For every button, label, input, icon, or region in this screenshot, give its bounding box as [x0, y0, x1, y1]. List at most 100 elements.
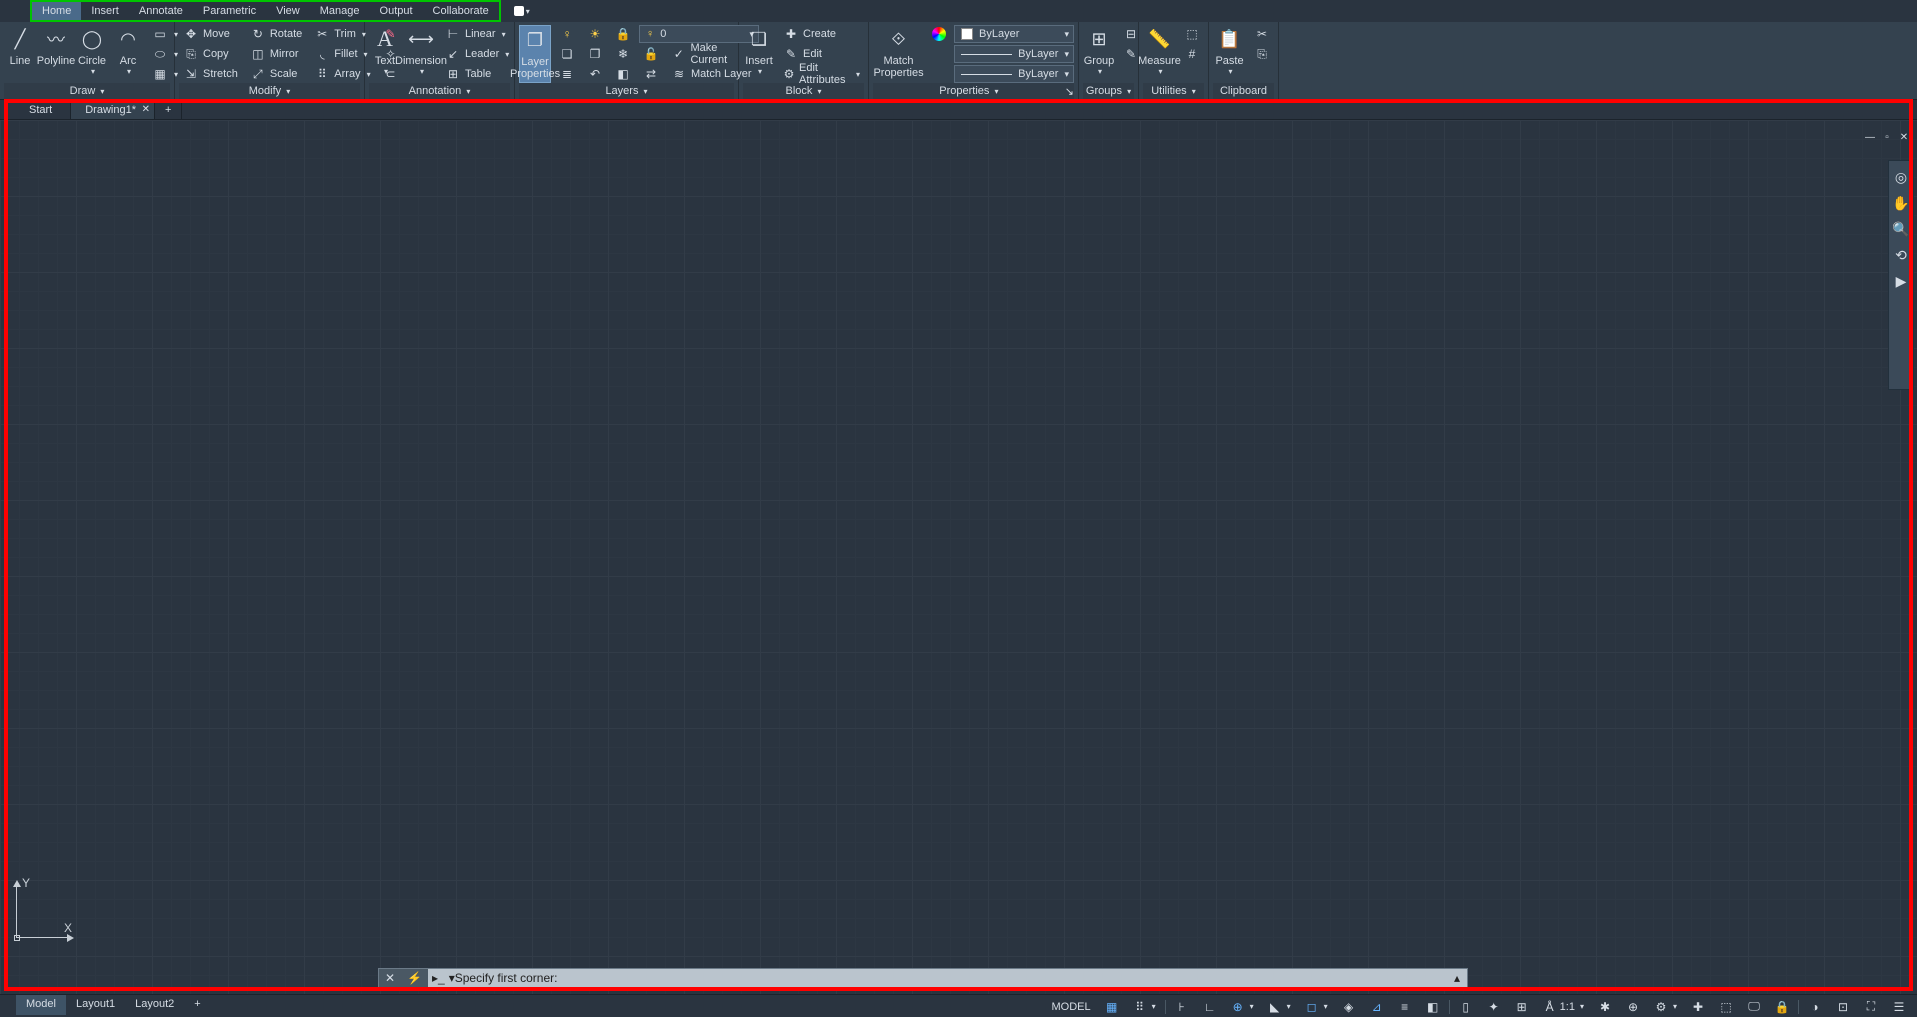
panel-title-modify[interactable]: Modify ▾	[179, 83, 360, 99]
leader-button[interactable]: ↙Leader▾	[441, 45, 513, 63]
status-anno-vis[interactable]: ✱	[1593, 998, 1617, 1016]
panel-title-annotation[interactable]: Annotation ▾	[369, 83, 510, 99]
command-input[interactable]: ▸_ ▾Specify first corner:	[428, 969, 1447, 987]
layer-properties-button[interactable]: ❐ Layer Properties	[519, 25, 551, 83]
command-line[interactable]: ✕ ⚡ ▸_ ▾Specify first corner: ▴	[378, 968, 1468, 988]
edit-block-button[interactable]: ✎Edit	[779, 45, 864, 63]
status-units[interactable]: ⬚	[1714, 998, 1738, 1016]
status-workspace[interactable]: ⚙▾	[1649, 998, 1682, 1016]
tab-collaborate[interactable]: Collaborate	[423, 2, 499, 20]
linear-button[interactable]: ⊢Linear▾	[441, 25, 513, 43]
layer-change-button[interactable]: ⇄	[639, 65, 663, 83]
insert-button[interactable]: ❏ Insert▾	[743, 25, 775, 78]
status-lockui[interactable]: 🔒	[1770, 998, 1794, 1016]
status-selection[interactable]: ▯	[1454, 998, 1478, 1016]
layout-add[interactable]: +	[184, 995, 210, 1015]
linetype-combo[interactable]: ByLayer▾	[954, 65, 1074, 83]
status-iso[interactable]: ◣▾	[1263, 998, 1296, 1016]
status-hardware[interactable]: ⊡	[1831, 998, 1855, 1016]
drawing-area[interactable]: — ▫ ✕ ◎ ✋ 🔍 ⟲ ▶ Y X ✕ ⚡ ▸_ ▾Specify firs…	[0, 120, 1917, 994]
tab-manage[interactable]: Manage	[310, 2, 370, 20]
layer-state-button[interactable]: ≣	[555, 65, 579, 83]
layer-freeze-button[interactable]: ☀	[583, 25, 607, 43]
lineweight-combo[interactable]: ByLayer▾	[954, 45, 1074, 63]
command-history-icon[interactable]: ▴	[1447, 969, 1467, 987]
status-isolate[interactable]: ◑	[1803, 998, 1827, 1016]
panel-title-layers[interactable]: Layers ▾	[519, 83, 734, 99]
status-polar[interactable]: ⊕▾	[1226, 998, 1259, 1016]
text-button[interactable]: A Text▾	[369, 25, 401, 78]
status-3dosnap[interactable]: ◈	[1337, 998, 1361, 1016]
measure-button[interactable]: 📏 Measure▾	[1143, 25, 1176, 78]
layer-off-button[interactable]: ♀	[555, 25, 579, 43]
tab-output[interactable]: Output	[370, 2, 423, 20]
dimension-button[interactable]: ⟷ Dimension▾	[405, 25, 437, 78]
color-wheel-button[interactable]	[928, 25, 950, 43]
panel-title-groups[interactable]: Groups ▾	[1083, 83, 1134, 99]
stretch-button[interactable]: ⇲Stretch	[179, 65, 242, 83]
nav-showmotion-icon[interactable]: ▶	[1891, 271, 1911, 291]
tab-featured-apps[interactable]: ▾	[507, 6, 537, 16]
select-all-button[interactable]: ⬚	[1180, 25, 1204, 43]
layout-model[interactable]: Model	[16, 995, 66, 1015]
status-quickprops[interactable]: 🖵	[1742, 998, 1766, 1016]
circle-button[interactable]: ◯ Circle▾	[76, 25, 108, 78]
line-button[interactable]: ╱ Line	[4, 25, 36, 69]
filetab-start[interactable]: Start	[15, 100, 71, 119]
polyline-button[interactable]: 〰 Polyline	[40, 25, 72, 69]
status-dyn[interactable]: ⊞	[1510, 998, 1534, 1016]
group-button[interactable]: ⊞ Group▾	[1083, 25, 1115, 78]
panel-title-properties[interactable]: Properties ▾↘	[873, 83, 1074, 100]
layer-unlock-button[interactable]: 🔓	[639, 45, 663, 63]
layer-thaw-button[interactable]: ❄	[611, 45, 635, 63]
copy-button[interactable]: ⎘Copy	[179, 45, 242, 63]
status-gizmo[interactable]: ✦	[1482, 998, 1506, 1016]
status-snapmode[interactable]: ⠿▾	[1128, 998, 1161, 1016]
panel-title-block[interactable]: Block ▾	[743, 83, 864, 99]
layer-walk-button[interactable]: ◧	[611, 65, 635, 83]
panel-title-utilities[interactable]: Utilities ▾	[1143, 83, 1204, 99]
create-block-button[interactable]: ✚Create	[779, 25, 864, 43]
status-annomon[interactable]: ✚	[1686, 998, 1710, 1016]
tab-view[interactable]: View	[266, 2, 310, 20]
layer-prev-button[interactable]: ↶	[583, 65, 607, 83]
rotate-button[interactable]: ↻Rotate	[246, 25, 306, 43]
scale-button[interactable]: ⤢Scale	[246, 65, 306, 83]
edit-attributes-button[interactable]: ⚙Edit Attributes▾	[779, 65, 864, 83]
status-osnap[interactable]: ◻▾	[1300, 998, 1333, 1016]
nav-orbit-icon[interactable]: ⟲	[1891, 245, 1911, 265]
status-transparency[interactable]: ◧	[1421, 998, 1445, 1016]
status-model[interactable]: MODEL	[1046, 999, 1095, 1015]
status-lwt[interactable]: ≡	[1393, 998, 1417, 1016]
tab-home[interactable]: Home	[32, 2, 81, 20]
panel-title-draw[interactable]: Draw ▾	[4, 83, 170, 99]
layer-isolate-button[interactable]: ❏	[555, 45, 579, 63]
layer-lock-button[interactable]: 🔒	[611, 25, 635, 43]
cut-button[interactable]: ✂	[1250, 25, 1274, 43]
move-button[interactable]: ✥Move	[179, 25, 242, 43]
filetab-drawing1[interactable]: Drawing1* ✕	[71, 100, 155, 119]
tab-insert[interactable]: Insert	[81, 2, 129, 20]
layout-layout2[interactable]: Layout2	[125, 995, 184, 1015]
maximize-viewport-icon[interactable]: ▫	[1880, 130, 1894, 144]
table-button[interactable]: ⊞Table	[441, 65, 513, 83]
minimize-viewport-icon[interactable]: —	[1863, 130, 1877, 144]
status-otrack[interactable]: ⊿	[1365, 998, 1389, 1016]
status-infer[interactable]: ⊦	[1170, 998, 1194, 1016]
cmd-close-icon[interactable]: ✕	[379, 971, 401, 985]
layout-layout1[interactable]: Layout1	[66, 995, 125, 1015]
layer-unisolate-button[interactable]: ❐	[583, 45, 607, 63]
status-grid[interactable]: ▦	[1100, 998, 1124, 1016]
paste-button[interactable]: 📋 Paste▾	[1213, 25, 1246, 78]
filetab-new[interactable]: +	[155, 100, 182, 119]
count-button[interactable]: #	[1180, 45, 1204, 63]
color-combo[interactable]: ByLayer▾	[954, 25, 1074, 43]
arc-button[interactable]: ◠ Arc▾	[112, 25, 144, 78]
status-anno-auto[interactable]: ⊕	[1621, 998, 1645, 1016]
cmd-customize-icon[interactable]: ⚡	[401, 971, 428, 985]
status-ortho[interactable]: ∟	[1198, 998, 1222, 1016]
status-cleanscreen[interactable]: ⛶	[1859, 998, 1883, 1016]
nav-pan-icon[interactable]: ✋	[1891, 193, 1911, 213]
tab-parametric[interactable]: Parametric	[193, 2, 266, 20]
copy-clip-button[interactable]: ⎘	[1250, 45, 1274, 63]
